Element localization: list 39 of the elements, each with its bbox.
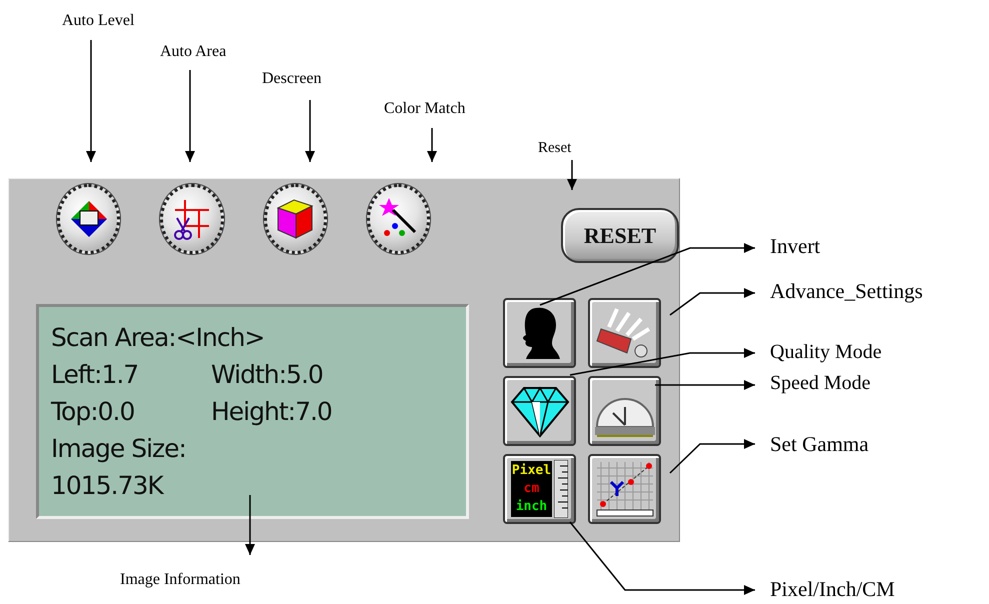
info-text: 1015.73K <box>51 470 165 502</box>
gamma-button[interactable] <box>588 454 661 524</box>
callout-label: Descreen <box>262 70 322 88</box>
info-text: Image Size: <box>51 433 187 465</box>
callout-label: Invert <box>770 234 820 259</box>
info-text: Left:1.7 <box>51 359 140 391</box>
callout-label: Auto Area <box>160 43 226 61</box>
gamma-graph-icon <box>594 460 654 518</box>
color-match-button[interactable] <box>366 184 430 254</box>
info-text: Height:7.0 <box>211 396 332 428</box>
speed-mode-button[interactable] <box>588 376 661 446</box>
advance-settings-button[interactable] <box>588 298 661 368</box>
callout-arrow <box>567 160 577 190</box>
descreen-button[interactable] <box>264 184 327 254</box>
units-button[interactable]: Pixel cm inch <box>503 454 576 524</box>
auto-level-button[interactable] <box>57 184 120 254</box>
callout-label: Auto Level <box>62 12 134 30</box>
reset-button[interactable]: RESET <box>561 208 679 263</box>
info-text: Width:5.0 <box>211 359 323 391</box>
auto-area-button[interactable] <box>160 184 224 254</box>
ruler-icon <box>554 460 568 518</box>
info-text: Scan Area:<Inch> <box>51 322 266 354</box>
callout-arrow <box>245 495 255 555</box>
gem-icon <box>510 384 570 438</box>
callout-arrow <box>305 100 315 162</box>
callout-label: Quality Mode <box>770 341 882 364</box>
callout-label: Speed Mode <box>770 372 871 395</box>
invert-button[interactable] <box>503 298 576 368</box>
callout-label: Pixel/Inch/CM <box>770 577 895 602</box>
callout-label: Advance_Settings <box>770 279 923 304</box>
callout-label: Reset <box>538 140 572 157</box>
unit-labels-icon: Pixel cm inch <box>510 461 552 517</box>
callout-label: Image Information <box>120 571 240 589</box>
diamond-icon <box>68 199 109 239</box>
callout-label: Set Gamma <box>770 432 869 457</box>
quality-mode-button[interactable] <box>503 376 576 446</box>
callout-arrow <box>427 128 437 162</box>
callout-label: Color Match <box>384 100 466 118</box>
info-text: Top:0.0 <box>51 396 136 428</box>
